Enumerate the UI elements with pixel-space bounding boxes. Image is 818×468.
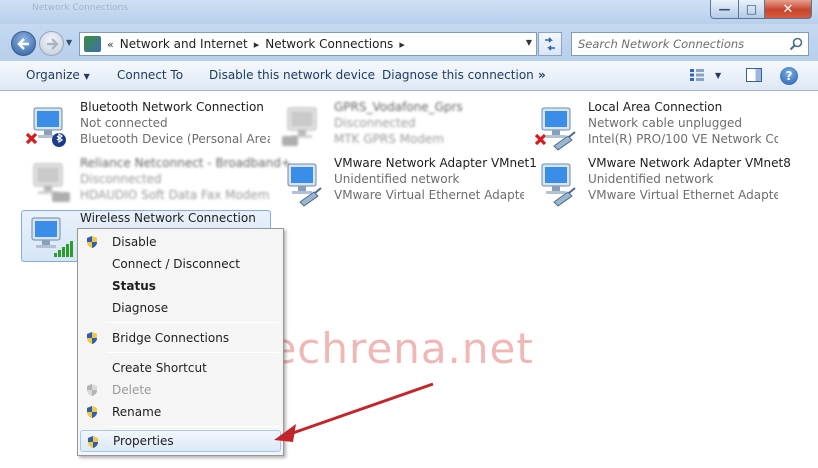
menu-separator xyxy=(106,426,279,427)
help-icon[interactable]: ? xyxy=(780,67,798,85)
connection-device: Bluetooth Device (Personal Area ... xyxy=(80,132,270,146)
menu-item-status[interactable]: Status xyxy=(80,275,281,297)
minimize-button[interactable]: — xyxy=(710,0,739,19)
back-button[interactable] xyxy=(11,31,36,56)
address-bar[interactable]: « Network and Internet ▸ Network Connect… xyxy=(79,32,537,56)
menu-item-properties[interactable]: Properties xyxy=(80,430,281,452)
network-folder-icon xyxy=(84,36,101,52)
view-options-dropdown-icon[interactable]: ▼ xyxy=(715,71,721,80)
menu-item-delete: Delete xyxy=(80,379,281,401)
menu-item-label: Create Shortcut xyxy=(112,361,207,375)
refresh-icon xyxy=(545,37,555,51)
breadcrumb-chevron-icon[interactable]: ▸ xyxy=(399,38,405,51)
menu-item-label: Delete xyxy=(112,383,152,397)
menu-item-label: Connect / Disconnect xyxy=(112,257,240,271)
connection-reliance-netconnect[interactable]: Reliance Netconnect - Broadband+ Disconn… xyxy=(22,156,291,208)
recent-pages-dropdown-icon[interactable]: ▼ xyxy=(66,38,72,47)
chevron-down-icon: ▼ xyxy=(83,72,90,81)
watermark-text: techrena.net xyxy=(253,324,534,373)
connection-local-area[interactable]: Local Area Connection Network cable unpl… xyxy=(530,100,780,152)
navigation-bar: ▼ « Network and Internet ▸ Network Conne… xyxy=(0,24,818,61)
uac-shield-icon xyxy=(87,332,97,344)
more-commands-button[interactable]: » xyxy=(538,68,546,82)
connection-device: MTK GPRS Modem xyxy=(334,132,445,146)
uac-shield-icon xyxy=(88,436,98,448)
menu-item-label: Disable xyxy=(112,235,157,249)
forward-arrow-icon xyxy=(46,37,59,50)
organize-menu[interactable]: Organize ▼ xyxy=(26,68,90,82)
menu-item-label: Properties xyxy=(113,434,174,448)
connection-name: Bluetooth Network Connection xyxy=(80,100,264,114)
change-view-icon[interactable] xyxy=(690,69,704,81)
connection-name: VMware Network Adapter VMnet8 xyxy=(588,156,791,170)
breadcrumb-overflow[interactable]: « xyxy=(107,38,114,51)
connection-status: Network cable unplugged xyxy=(588,116,743,130)
connection-status: Disconnected xyxy=(80,172,162,186)
diagnose-connection-button[interactable]: Diagnose this connection xyxy=(382,68,534,82)
search-input[interactable] xyxy=(572,33,782,55)
wireless-computer-icon xyxy=(31,217,73,257)
menu-item-disable[interactable]: Disable xyxy=(80,231,281,253)
network-computer-icon xyxy=(534,107,576,151)
connection-vmnet8[interactable]: VMware Network Adapter VMnet8 Unidentifi… xyxy=(530,156,791,208)
menu-item-label: Status xyxy=(112,279,156,293)
breadcrumb-chevron-icon[interactable]: ▸ xyxy=(254,38,260,51)
connection-bluetooth[interactable]: Bluetooth Network Connection Not connect… xyxy=(22,100,272,152)
connection-name: VMware Network Adapter VMnet1 xyxy=(334,156,537,170)
connection-name: Local Area Connection xyxy=(588,100,723,114)
menu-item-bridge-connections[interactable]: Bridge Connections xyxy=(80,327,281,349)
organize-label: Organize xyxy=(26,68,80,82)
search-box[interactable] xyxy=(571,32,809,56)
maximize-button[interactable]: □ xyxy=(738,0,765,19)
command-bar: Organize ▼ Connect To Disable this netwo… xyxy=(0,61,818,91)
context-menu: Disable Connect / Disconnect Status Diag… xyxy=(77,228,284,456)
menu-item-label: Rename xyxy=(112,405,162,419)
uac-shield-icon xyxy=(87,406,97,418)
menu-item-diagnose[interactable]: Diagnose xyxy=(80,297,281,319)
connection-name: Wireless Network Connection xyxy=(80,211,256,225)
title-bar: Network Connections — □ ✕ xyxy=(0,0,818,24)
menu-item-rename[interactable]: Rename xyxy=(80,401,281,423)
connection-status: Not connected xyxy=(80,116,168,130)
disable-device-button[interactable]: Disable this network device xyxy=(209,68,375,82)
window-title: Network Connections xyxy=(32,3,129,13)
network-computer-icon xyxy=(287,163,322,207)
search-icon[interactable] xyxy=(789,37,803,51)
connection-device: Intel(R) PRO/100 VE Network Con... xyxy=(588,132,778,146)
connection-status: Disconnected xyxy=(334,116,416,130)
uac-shield-icon xyxy=(87,384,97,396)
connection-name: Reliance Netconnect - Broadband+ xyxy=(80,156,291,170)
menu-item-label: Diagnose xyxy=(112,301,169,315)
connection-gprs-vodafone[interactable]: GPRS_Vodafone_Gprs Disconnected MTK GPRS… xyxy=(276,100,526,152)
forward-button[interactable] xyxy=(39,31,64,56)
menu-separator xyxy=(106,322,279,323)
address-dropdown-icon[interactable]: ▼ xyxy=(526,38,532,47)
connection-device: HDAUDIO Soft Data Fax Modem ... xyxy=(80,188,270,202)
preview-pane-icon[interactable] xyxy=(746,68,762,82)
network-computer-icon xyxy=(541,163,576,207)
refresh-button[interactable] xyxy=(538,32,562,56)
network-computer-icon xyxy=(282,107,317,146)
uac-shield-icon xyxy=(87,236,97,248)
connect-to-button[interactable]: Connect To xyxy=(117,68,183,82)
connection-status: Unidentified network xyxy=(588,172,714,186)
menu-item-create-shortcut[interactable]: Create Shortcut xyxy=(80,357,281,379)
connection-vmnet1[interactable]: VMware Network Adapter VMnet1 Unidentifi… xyxy=(276,156,537,208)
connection-device: VMware Virtual Ethernet Adapter ... xyxy=(588,188,778,202)
network-computer-icon xyxy=(26,107,66,147)
breadcrumb-network-and-internet[interactable]: Network and Internet xyxy=(120,37,248,51)
close-button[interactable]: ✕ xyxy=(764,0,812,19)
network-computer-icon xyxy=(33,163,70,202)
connection-name: GPRS_Vodafone_Gprs xyxy=(334,100,463,114)
menu-separator xyxy=(106,352,279,353)
menu-item-label: Bridge Connections xyxy=(112,331,230,345)
breadcrumb-network-connections[interactable]: Network Connections xyxy=(265,37,393,51)
menu-item-connect-disconnect[interactable]: Connect / Disconnect xyxy=(80,253,281,275)
connection-status: Unidentified network xyxy=(334,172,460,186)
back-arrow-icon xyxy=(16,37,29,50)
network-connections-window: Network Connections — □ ✕ ▼ « Network an… xyxy=(0,0,818,468)
connection-device: VMware Virtual Ethernet Adapter ... xyxy=(334,188,524,202)
